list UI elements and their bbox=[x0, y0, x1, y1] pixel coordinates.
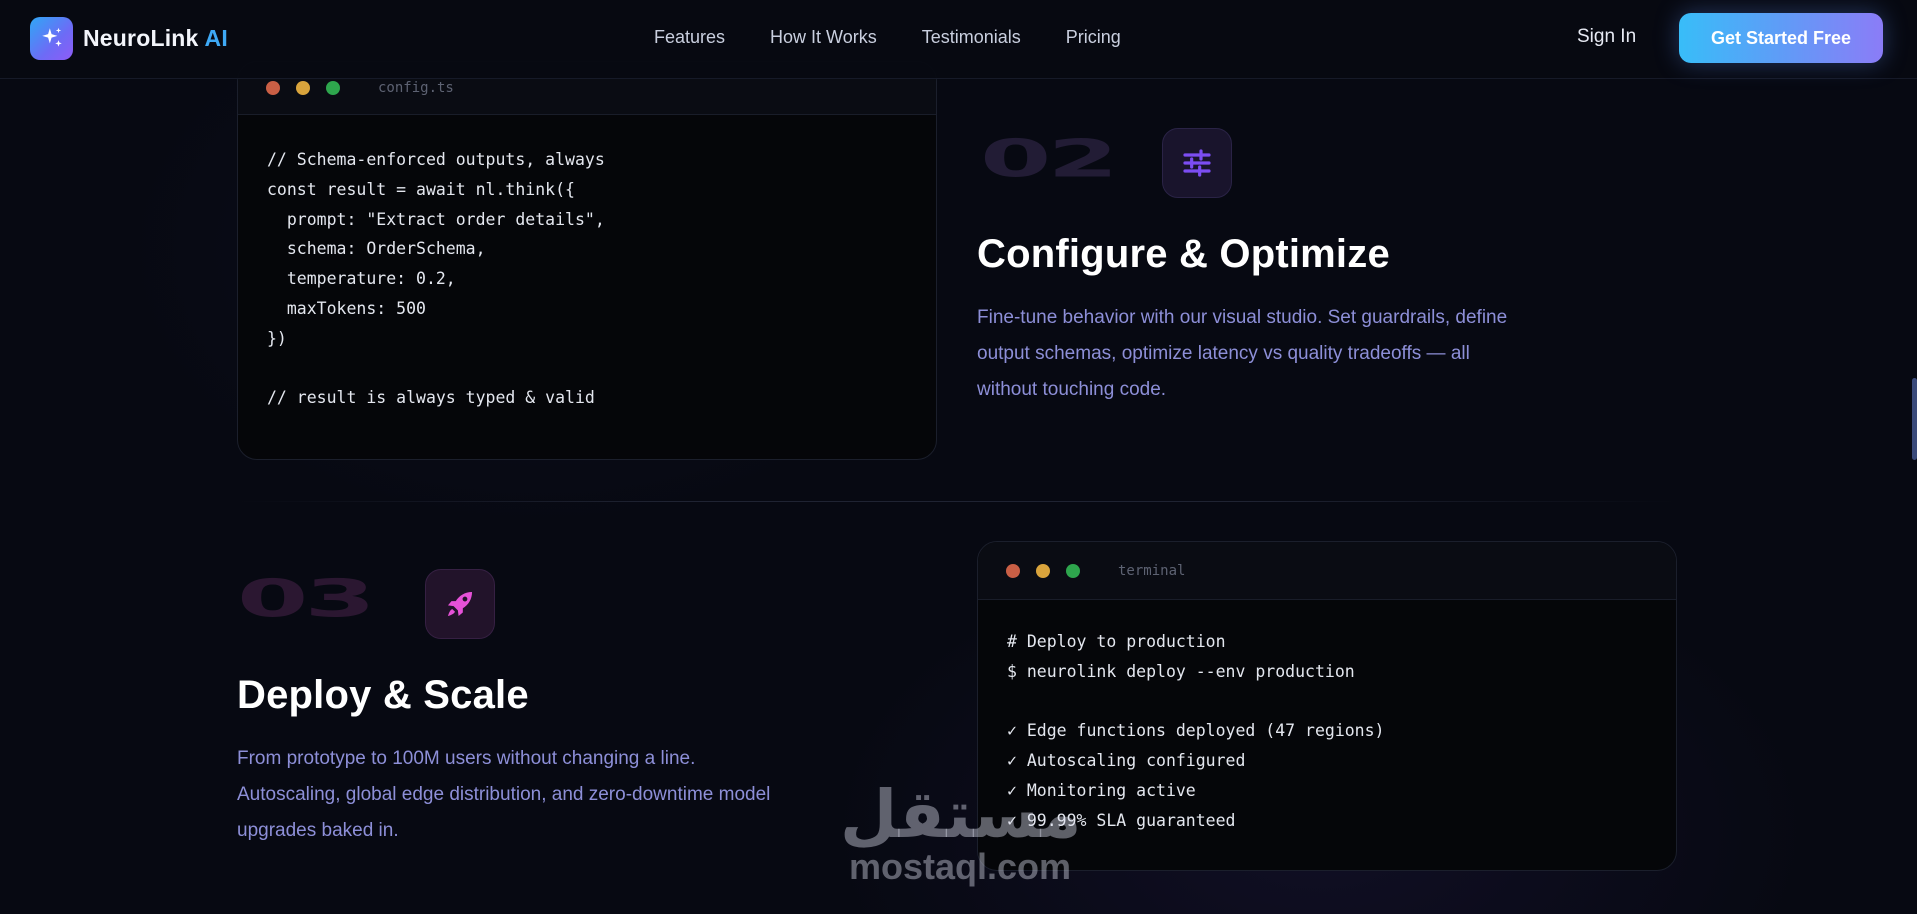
maximize-dot-icon bbox=[1066, 563, 1080, 578]
watermark-latin: mostaql.com bbox=[848, 846, 1072, 887]
minimize-dot-icon bbox=[296, 81, 310, 95]
step-description: Fine-tune behavior with our visual studi… bbox=[977, 307, 1508, 400]
brand-logo[interactable]: NeuroLink AI bbox=[30, 16, 228, 60]
section-divider bbox=[237, 501, 1677, 502]
window-titlebar: terminal bbox=[978, 542, 1676, 600]
minimize-dot-icon bbox=[1036, 563, 1050, 578]
nav-links: Features How It Works Testimonials Prici… bbox=[654, 0, 1121, 75]
step-number: 03 bbox=[237, 568, 376, 629]
nav-link-how-it-works[interactable]: How It Works bbox=[770, 27, 877, 48]
rocket-icon bbox=[425, 569, 495, 639]
nav-link-testimonials[interactable]: Testimonials bbox=[922, 27, 1021, 48]
step-number: 02 bbox=[980, 128, 1119, 189]
terminal-output: # Deploy to production $ neurolink deplo… bbox=[1007, 632, 1385, 830]
close-dot-icon bbox=[266, 81, 280, 95]
sparkles-icon bbox=[30, 16, 73, 60]
scrollbar-thumb[interactable] bbox=[1912, 378, 1917, 460]
sign-in-link[interactable]: Sign In bbox=[1577, 26, 1636, 48]
step-title: Configure & Optimize bbox=[977, 232, 1390, 276]
brand-name: NeuroLink AI bbox=[83, 24, 228, 51]
code-block: // Schema-enforced outputs, always const… bbox=[267, 150, 605, 408]
maximize-dot-icon bbox=[326, 81, 340, 95]
step-description: From prototype to 100M users without cha… bbox=[237, 748, 771, 841]
step-title: Deploy & Scale bbox=[237, 673, 529, 717]
code-window-terminal: terminal # Deploy to production $ neurol… bbox=[977, 541, 1677, 871]
window-filename: config.ts bbox=[378, 80, 454, 96]
get-started-button[interactable]: Get Started Free bbox=[1679, 13, 1883, 63]
brand-suffix: AI bbox=[204, 24, 228, 51]
watermark-arabic: مستقل bbox=[840, 776, 1082, 853]
close-dot-icon bbox=[1006, 563, 1020, 578]
window-filename: terminal bbox=[1118, 562, 1186, 579]
top-navbar: NeuroLink AI Features How It Works Testim… bbox=[0, 0, 1917, 79]
watermark: مستقل mostaql.com bbox=[840, 776, 1082, 887]
nav-link-pricing[interactable]: Pricing bbox=[1066, 27, 1121, 48]
code-window-config: config.ts // Schema-enforced outputs, al… bbox=[237, 61, 937, 460]
sliders-icon bbox=[1162, 128, 1232, 198]
nav-link-features[interactable]: Features bbox=[654, 27, 725, 48]
